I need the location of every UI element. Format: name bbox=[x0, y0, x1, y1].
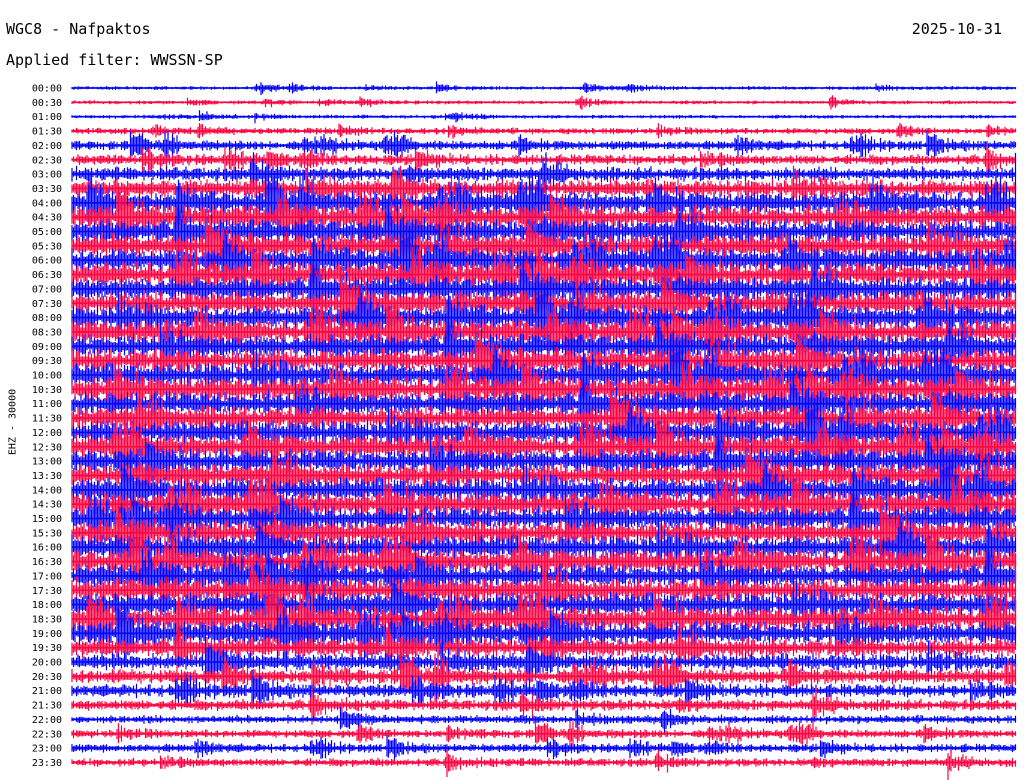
time-tick-label: 19:30 bbox=[32, 643, 62, 654]
time-tick-label: 00:00 bbox=[32, 84, 62, 95]
time-tick-label: 15:30 bbox=[32, 528, 62, 539]
time-tick-label: 14:00 bbox=[32, 485, 62, 496]
time-tick-label: 18:00 bbox=[32, 600, 62, 611]
time-tick-label: 17:00 bbox=[32, 571, 62, 582]
time-tick-label: 02:30 bbox=[32, 155, 62, 166]
time-tick-label: 13:00 bbox=[32, 457, 62, 468]
time-tick-label: 06:00 bbox=[32, 256, 62, 267]
time-tick-label: 01:30 bbox=[32, 127, 62, 138]
seismic-trace bbox=[71, 749, 1017, 780]
time-tick-label: 05:00 bbox=[32, 227, 62, 238]
time-tick-label: 09:30 bbox=[32, 356, 62, 367]
time-tick-label: 02:00 bbox=[32, 141, 62, 152]
time-tick-label: 17:30 bbox=[32, 586, 62, 597]
time-tick-label: 10:00 bbox=[32, 371, 62, 382]
time-tick-label: 00:30 bbox=[32, 98, 62, 109]
helicorder-plot: 00:00 00:30 01:00 01:30 02:00 02:30 03:00 03:30… bbox=[32, 81, 1017, 780]
time-tick-label: 13:30 bbox=[32, 471, 62, 482]
time-tick-label: 14:30 bbox=[32, 500, 62, 511]
time-tick-label: 16:00 bbox=[32, 543, 62, 554]
time-tick-label: 04:30 bbox=[32, 213, 62, 224]
time-tick-label: 20:30 bbox=[32, 672, 62, 683]
time-tick-label: 11:30 bbox=[32, 414, 62, 425]
time-tick-label: 22:30 bbox=[32, 729, 62, 740]
time-tick-label: 19:00 bbox=[32, 629, 62, 640]
time-tick-label: 04:00 bbox=[32, 198, 62, 209]
seismic-trace bbox=[71, 734, 1017, 760]
time-tick-label: 01:00 bbox=[32, 112, 62, 123]
trace-group bbox=[71, 81, 1017, 780]
time-tick-label: 05:30 bbox=[32, 241, 62, 252]
time-tick-label: 07:30 bbox=[32, 299, 62, 310]
time-tick-label: 23:00 bbox=[32, 744, 62, 755]
time-tick-label: 11:00 bbox=[32, 399, 62, 410]
time-tick-label: 03:30 bbox=[32, 184, 62, 195]
time-tick-label: 07:00 bbox=[32, 284, 62, 295]
time-tick-label: 12:00 bbox=[32, 428, 62, 439]
time-tick-label: 10:30 bbox=[32, 385, 62, 396]
seismic-trace bbox=[71, 687, 1017, 730]
time-tick-label: 21:00 bbox=[32, 686, 62, 697]
time-tick-label: 16:30 bbox=[32, 557, 62, 568]
time-tick-label: 18:30 bbox=[32, 614, 62, 625]
time-tick-label: 15:00 bbox=[32, 514, 62, 525]
time-tick-label: 12:30 bbox=[32, 442, 62, 453]
time-tick-label: 08:00 bbox=[32, 313, 62, 324]
time-tick-label: 09:00 bbox=[32, 342, 62, 353]
time-tick-label: 06:30 bbox=[32, 270, 62, 281]
seismic-trace bbox=[71, 707, 1017, 734]
time-tick-label: 20:00 bbox=[32, 658, 62, 669]
time-tick-label: 03:00 bbox=[32, 170, 62, 181]
time-tick-label: 22:00 bbox=[32, 715, 62, 726]
time-tick-label: 08:30 bbox=[32, 327, 62, 338]
time-label-group: 00:00 00:30 01:00 01:30 02:00 02:30 03:00 03:30… bbox=[32, 84, 62, 769]
time-tick-label: 21:30 bbox=[32, 701, 62, 712]
time-tick-label: 23:30 bbox=[32, 758, 62, 769]
